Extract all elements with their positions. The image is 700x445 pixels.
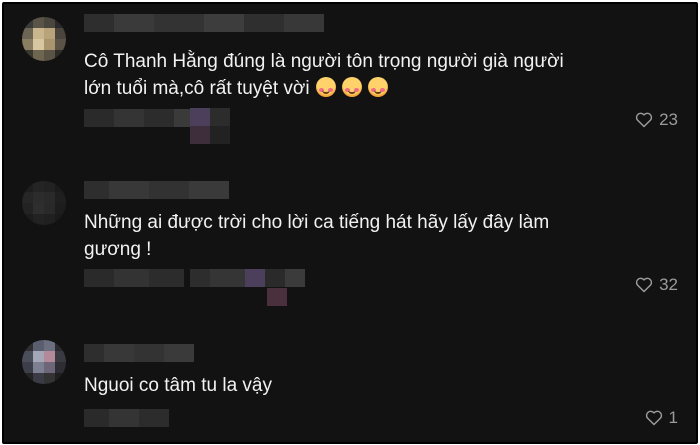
comment-text-line: lớn tuổi mà,cô rất tuyệt vời: [84, 75, 614, 102]
comment-meta: [84, 269, 184, 287]
username[interactable]: [84, 181, 229, 199]
smiling-face-with-hearts-icon: [367, 77, 388, 97]
comment-text: Nguoi co tâm tu la vậy: [84, 372, 614, 399]
like-button[interactable]: 32: [635, 275, 678, 295]
comment-text-line: Nguoi co tâm tu la vậy: [84, 375, 272, 396]
comment-text-line: gương !: [84, 239, 152, 260]
comment-text: Những ai được trời cho lời ca tiếng hát …: [84, 209, 614, 263]
comments-panel: Cô Thanh Hằng đúng là người tôn trọng ng…: [2, 2, 698, 444]
username[interactable]: [84, 14, 324, 32]
comment-meta-blur: [190, 269, 305, 287]
heart-outline-icon: [635, 112, 653, 128]
avatar[interactable]: [22, 17, 66, 61]
heart-outline-icon: [635, 277, 653, 293]
like-button[interactable]: 23: [635, 110, 678, 130]
comment-meta-blur: [190, 108, 230, 144]
avatar[interactable]: [22, 181, 66, 225]
smiling-face-with-hearts-icon: [315, 77, 336, 97]
like-count: 32: [659, 275, 678, 294]
smiling-face-with-hearts-icon: [341, 77, 362, 97]
comment-meta: [84, 409, 169, 427]
like-count: 1: [668, 408, 678, 427]
comment-text: Cô Thanh Hằng đúng là người tôn trọng ng…: [84, 48, 614, 102]
comment-meta-blur: [267, 288, 287, 306]
like-button[interactable]: 1: [645, 408, 678, 428]
username[interactable]: [84, 344, 194, 362]
comment-text-line: Cô Thanh Hằng đúng là người tôn trọng ng…: [84, 51, 564, 72]
heart-outline-icon: [645, 410, 662, 426]
comment-text-line: Những ai được trời cho lời ca tiếng hát …: [84, 212, 550, 233]
avatar[interactable]: [22, 340, 66, 384]
like-count: 23: [659, 110, 678, 129]
